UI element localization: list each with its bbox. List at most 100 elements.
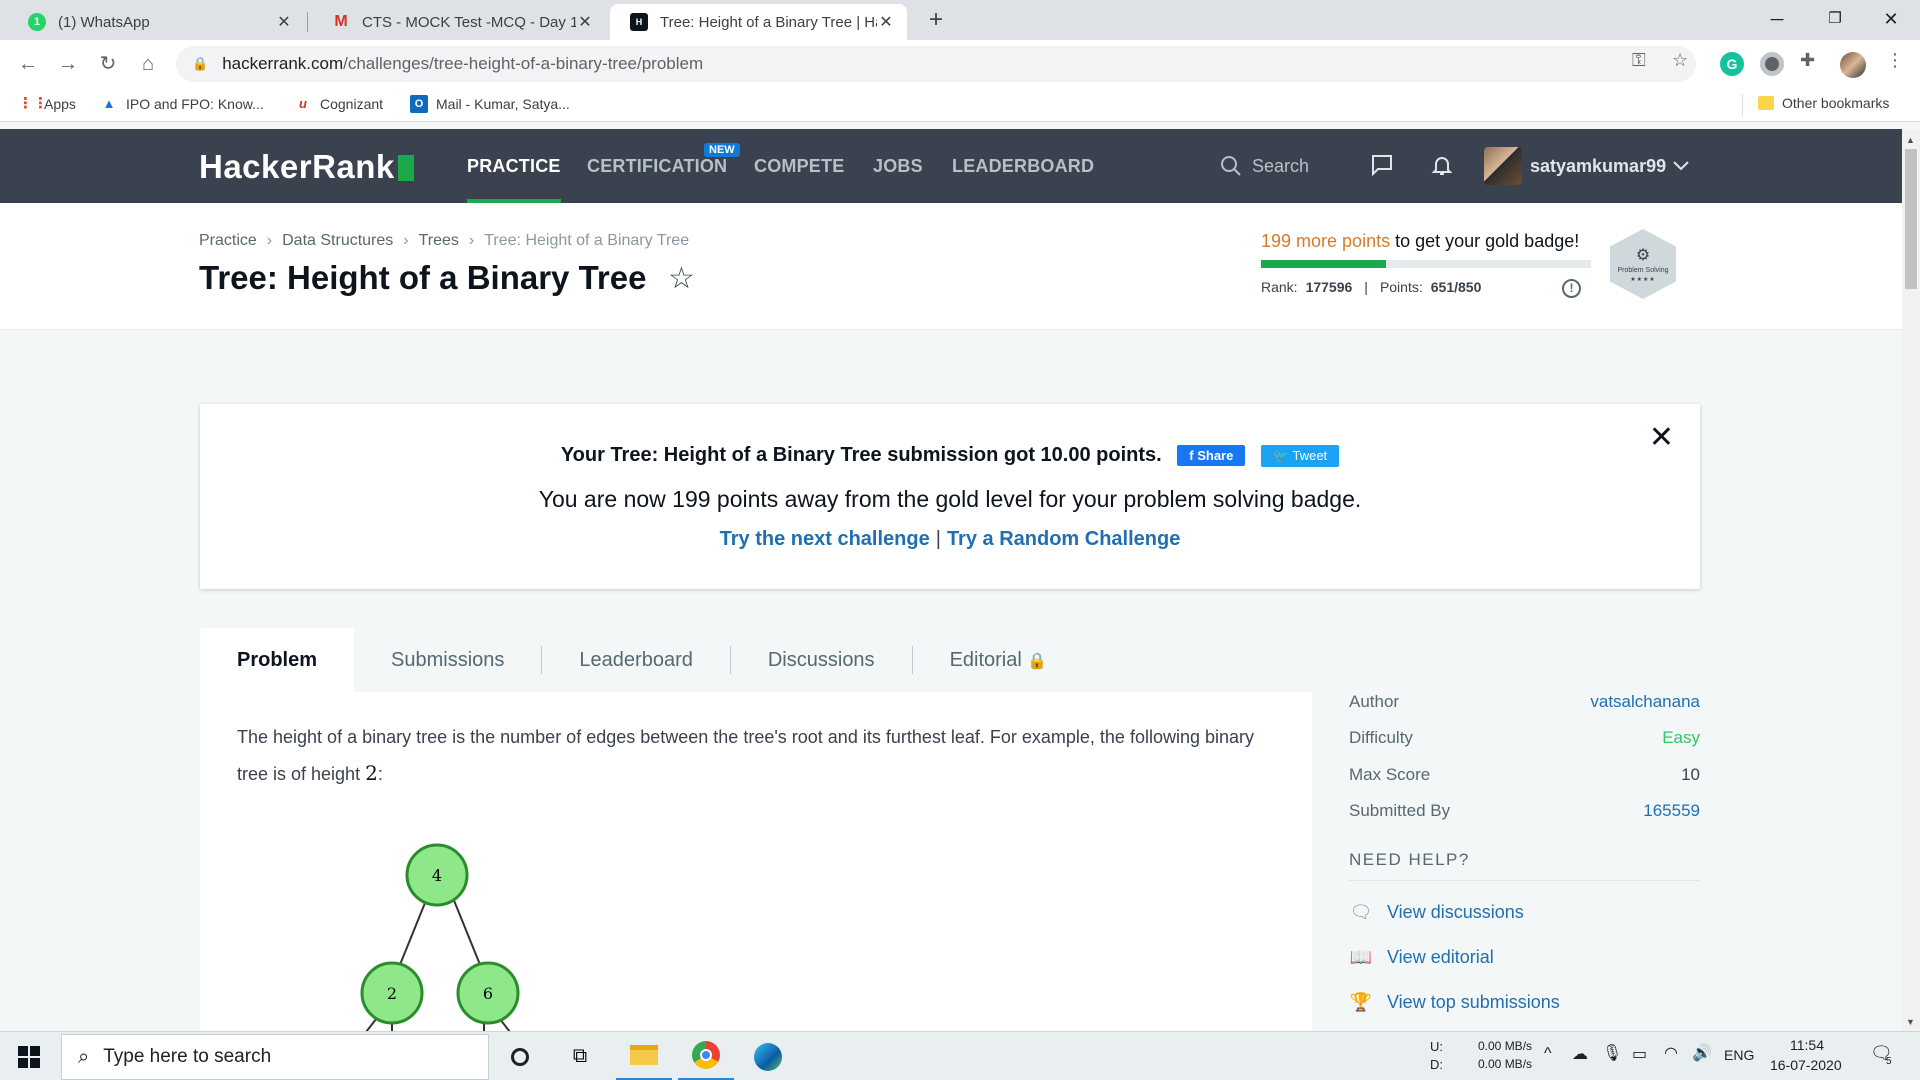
minimize-button[interactable]: ─: [1748, 0, 1806, 40]
back-arrow-icon[interactable]: ←: [14, 50, 42, 78]
nav-compete[interactable]: COMPETE: [754, 129, 844, 203]
bookmark-star-icon[interactable]: ☆: [668, 261, 695, 296]
tab-problem[interactable]: Problem: [200, 628, 355, 692]
bell-icon[interactable]: [1430, 153, 1454, 177]
windows-start-icon[interactable]: [18, 1046, 40, 1068]
submitted-by-link[interactable]: 165559: [1643, 801, 1700, 821]
info-icon[interactable]: !: [1562, 279, 1581, 298]
view-discussions-link[interactable]: 🗨 View discussions: [1349, 902, 1524, 923]
discussions-icon: 🗨: [1349, 902, 1373, 922]
breadcrumb-current: Tree: Height of a Binary Tree: [484, 232, 690, 249]
file-explorer-icon[interactable]: [616, 1032, 672, 1080]
bookmark-ipo[interactable]: ▲ IPO and FPO: Know...: [100, 95, 264, 113]
nav-jobs[interactable]: JOBS: [873, 129, 923, 203]
scroll-down-arrow[interactable]: ▼: [1906, 1017, 1915, 1027]
view-editorial-link[interactable]: 📖 View editorial: [1349, 947, 1494, 968]
problem-statement: The height of a binary tree is the numbe…: [200, 692, 1312, 1032]
author-link[interactable]: vatsalchanana: [1590, 692, 1700, 712]
user-menu[interactable]: satyamkumar99: [1484, 147, 1690, 185]
nav-practice[interactable]: PRACTICE: [467, 129, 561, 203]
meta-max-score: Max Score 10: [1349, 765, 1700, 785]
language-indicator[interactable]: ENG: [1724, 1047, 1754, 1063]
kebab-menu-icon[interactable]: ⋮: [1886, 50, 1904, 71]
submission-result: Your Tree: Height of a Binary Tree submi…: [200, 444, 1700, 467]
messages-icon[interactable]: [1370, 153, 1394, 177]
puzzle-icon[interactable]: ✚: [1800, 50, 1815, 71]
breadcrumb-data-structures[interactable]: Data Structures: [282, 232, 393, 250]
tab-discussions[interactable]: Discussions: [731, 628, 912, 692]
key-icon[interactable]: ⚿: [1632, 50, 1646, 71]
bookmark-cognizant[interactable]: u Cognizant: [294, 95, 383, 113]
bookmark-star-icon[interactable]: ☆: [1672, 50, 1688, 71]
facebook-share-button[interactable]: f Share: [1177, 445, 1246, 467]
address-bar[interactable]: 🔒 hackerrank.com/challenges/tree-height-…: [176, 46, 1696, 82]
close-icon[interactable]: ✕: [576, 12, 594, 32]
extension-circle-icon[interactable]: [1760, 52, 1784, 76]
tab-label: Editorial: [949, 649, 1022, 671]
close-icon[interactable]: ✕: [275, 12, 293, 32]
max-score-value: 10: [1681, 765, 1700, 784]
home-icon[interactable]: ⌂: [134, 50, 162, 78]
grammarly-icon[interactable]: G: [1720, 52, 1744, 76]
random-challenge-link[interactable]: Try a Random Challenge: [947, 528, 1180, 550]
breadcrumb-trees[interactable]: Trees: [419, 232, 459, 250]
taskbar-search[interactable]: ⌕ Type here to search: [61, 1034, 489, 1080]
bookmark-mail[interactable]: O Mail - Kumar, Satya...: [410, 95, 570, 113]
clock-date[interactable]: 16-07-2020: [1770, 1057, 1842, 1073]
apps-grid-icon: ⋮⋮: [18, 95, 48, 112]
microphone-icon[interactable]: 🎙: [1602, 1043, 1622, 1063]
problem-solving-badge[interactable]: ⚙ Problem Solving ★★★★: [1610, 229, 1676, 299]
nav-leaderboard[interactable]: LEADERBOARD: [952, 129, 1094, 203]
meta-label: Submitted By: [1349, 801, 1451, 820]
whatsapp-icon: 1: [28, 13, 46, 31]
scroll-thumb[interactable]: [1905, 149, 1917, 289]
bookmark-apps[interactable]: ⋮⋮ Apps: [18, 95, 76, 113]
close-icon[interactable]: ✕: [877, 12, 895, 32]
page-scrollbar[interactable]: ▲ ▼: [1902, 129, 1920, 1031]
tab-submissions[interactable]: Submissions: [354, 628, 541, 692]
browser-toolbar: ← → ↻ ⌂ 🔒 hackerrank.com/challenges/tree…: [0, 40, 1920, 88]
gmail-icon: M: [334, 13, 348, 30]
tab-leaderboard[interactable]: Leaderboard: [542, 628, 729, 692]
tab-gmail[interactable]: M CTS - MOCK Test -MCQ - Day 1-7 ✕: [312, 4, 606, 40]
hackerrank-logo[interactable]: HackerRank: [199, 148, 414, 186]
next-challenge-link[interactable]: Try the next challenge: [720, 528, 930, 550]
tab-hackerrank[interactable]: H Tree: Height of a Binary Tree | Hacker…: [610, 4, 907, 40]
chrome-icon[interactable]: [678, 1032, 734, 1080]
view-top-submissions-link[interactable]: 🏆 View top submissions: [1349, 992, 1560, 1013]
chevron-up-icon[interactable]: ^: [1544, 1045, 1552, 1063]
taskbar-search-placeholder: Type here to search: [103, 1046, 272, 1067]
other-bookmarks[interactable]: Other bookmarks: [1758, 95, 1889, 111]
scroll-up-arrow[interactable]: ▲: [1906, 135, 1915, 145]
chevron-right-icon: ›: [266, 232, 273, 249]
tab-whatsapp[interactable]: 1 (1) WhatsApp ✕: [8, 4, 305, 40]
edge-icon[interactable]: [740, 1032, 796, 1080]
profile-avatar[interactable]: [1840, 52, 1866, 78]
points-label: Points:: [1379, 279, 1423, 295]
breadcrumb-practice[interactable]: Practice: [199, 232, 257, 250]
cortana-icon[interactable]: [492, 1032, 548, 1080]
nav-certification[interactable]: CERTIFICATION: [587, 129, 727, 203]
clock-time[interactable]: 11:54: [1790, 1037, 1824, 1053]
volume-icon[interactable]: 🔊: [1692, 1043, 1712, 1063]
book-icon: 📖: [1349, 947, 1373, 967]
bookmark-label: Apps: [44, 96, 76, 112]
onedrive-icon[interactable]: ☁: [1572, 1044, 1588, 1064]
trophy-icon: 🏆: [1349, 992, 1373, 1012]
header-search[interactable]: Search: [1220, 151, 1309, 181]
reload-icon[interactable]: ↻: [94, 50, 122, 78]
new-tab-button[interactable]: +: [922, 4, 950, 36]
tab-editorial[interactable]: Editorial 🔒: [913, 628, 1085, 692]
bookmarks-divider: [1742, 94, 1743, 116]
window-close-button[interactable]: ✕: [1862, 0, 1920, 40]
battery-icon[interactable]: ▭: [1632, 1044, 1647, 1064]
tweet-button[interactable]: 🐦 Tweet: [1260, 444, 1340, 467]
tab-title: CTS - MOCK Test -MCQ - Day 1-7: [362, 13, 576, 31]
task-view-icon[interactable]: ⧉: [552, 1032, 608, 1080]
restore-button[interactable]: ❐: [1806, 0, 1864, 40]
wifi-icon[interactable]: ◠: [1664, 1043, 1678, 1063]
forward-arrow-icon[interactable]: →: [54, 50, 82, 78]
windows-taskbar: ⌕ Type here to search ⧉ U: D: 0.00 MB/s …: [0, 1031, 1920, 1080]
close-icon[interactable]: ✕: [1649, 420, 1674, 455]
cognizant-icon: u: [299, 96, 307, 111]
